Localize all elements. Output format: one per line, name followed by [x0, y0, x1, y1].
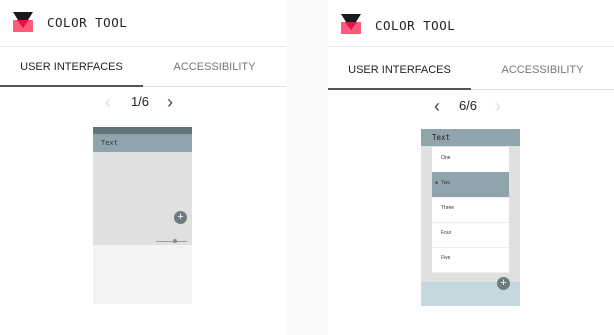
tab-user-interfaces[interactable]: USER INTERFACES — [328, 51, 471, 90]
color-tool-logo-icon — [13, 12, 33, 32]
ui-preview: Text + — [93, 127, 192, 304]
status-bar — [93, 127, 192, 134]
tab-accessibility[interactable]: ACCESSIBILITY — [471, 51, 614, 89]
pager: ‹ 1/6 › — [0, 92, 286, 112]
app-header: COLOR TOOL — [328, 0, 614, 47]
preview-app-bar: Text — [421, 129, 520, 146]
menu-item: Three — [432, 197, 509, 223]
menu-item-label: Five — [441, 255, 451, 261]
menu-item: One — [432, 147, 509, 173]
add-fab-icon: + — [174, 211, 187, 224]
preview-app-bar-title: Text — [101, 139, 118, 147]
page-indicator: 6/6 — [458, 98, 478, 113]
preview-content-area — [93, 152, 192, 245]
app-header: COLOR TOOL — [0, 0, 286, 47]
chevron-left-icon[interactable]: ‹ — [427, 96, 447, 116]
tab-bar: USER INTERFACES ACCESSIBILITY — [0, 48, 286, 87]
right-panel: COLOR TOOL USER INTERFACES ACCESSIBILITY… — [328, 0, 614, 335]
app-title: COLOR TOOL — [375, 18, 456, 33]
menu-item: Five — [432, 247, 509, 273]
chevron-left-icon[interactable]: ‹ — [98, 92, 118, 112]
app-title: COLOR TOOL — [47, 15, 128, 30]
preview-slider-thumb — [173, 239, 177, 243]
preview-app-bar-title: Text — [432, 133, 451, 142]
menu-item-label: Three — [441, 205, 455, 211]
left-panel: COLOR TOOL USER INTERFACES ACCESSIBILITY… — [0, 0, 286, 335]
tab-accessibility[interactable]: ACCESSIBILITY — [143, 48, 286, 86]
pager: ‹ 6/6 › — [328, 96, 614, 116]
menu-item-label: One — [441, 155, 451, 161]
menu-item-label: Four — [441, 230, 452, 236]
tab-bar: USER INTERFACES ACCESSIBILITY — [328, 51, 614, 90]
page-indicator: 1/6 — [130, 94, 150, 109]
preview-slider-track — [156, 241, 187, 242]
preview-app-bar: Text — [93, 134, 192, 152]
menu-item-label: Two — [441, 180, 451, 186]
preview-menu: One ● Two Three Four Five — [432, 147, 509, 273]
ui-preview: Text One ● Two Three Four Five + — [421, 129, 520, 306]
selected-dot-icon: ● — [435, 180, 439, 186]
tab-user-interfaces[interactable]: USER INTERFACES — [0, 48, 143, 87]
color-tool-logo-icon — [341, 14, 361, 34]
menu-item: Four — [432, 222, 509, 248]
menu-item: ● Two — [432, 172, 509, 198]
add-fab-icon: + — [497, 277, 510, 290]
chevron-right-icon[interactable]: › — [488, 96, 508, 116]
chevron-right-icon[interactable]: › — [160, 92, 180, 112]
